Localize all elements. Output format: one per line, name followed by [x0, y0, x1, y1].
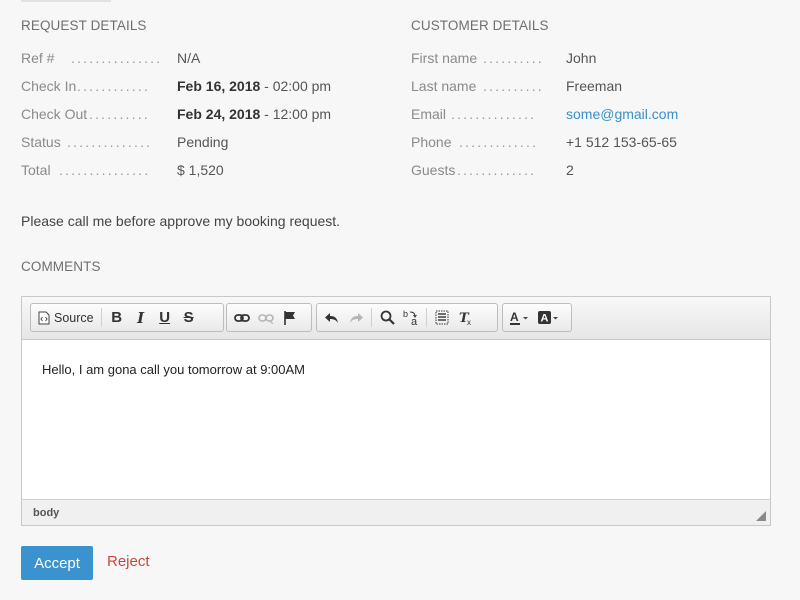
email-label: Email	[411, 106, 447, 122]
last-name-label: Last name	[411, 78, 477, 94]
leader-dots: ..............	[67, 134, 153, 150]
ref-label: Ref #	[21, 50, 55, 66]
editor-statusbar: body	[22, 499, 770, 525]
toolbar-separator	[100, 308, 102, 327]
comments-title: COMMENTS	[21, 259, 101, 274]
request-details-title: REQUEST DETAILS	[21, 18, 147, 33]
strike-icon: S	[183, 309, 194, 326]
toolbar-separator	[371, 308, 372, 327]
status-value: Pending	[177, 134, 229, 150]
status-label: Status	[21, 134, 61, 150]
svg-text:b: b	[403, 309, 408, 319]
ref-value: N/A	[177, 50, 201, 66]
leader-dots: ...............	[59, 162, 151, 178]
checkin-value: Feb 16, 2018 - 02:00 pm	[177, 78, 332, 94]
last-name-value: Freeman	[566, 78, 623, 94]
svg-text:A: A	[541, 312, 549, 324]
last-name-row: Last name .......... Freeman	[411, 76, 781, 96]
select-all-button[interactable]	[430, 306, 454, 329]
total-row: Total ............... $ 1,520	[21, 160, 381, 180]
phone-value: +1 512 153-65-65	[566, 134, 677, 150]
svg-text:x: x	[467, 318, 471, 326]
leader-dots: ............	[77, 78, 151, 94]
customer-note: Please call me before approve my booking…	[21, 213, 341, 229]
find-button[interactable]	[375, 306, 399, 329]
guests-label: Guests	[411, 162, 456, 178]
leader-dots: .............	[457, 162, 537, 178]
source-label: Source	[54, 310, 94, 325]
status-row: Status .............. Pending	[21, 132, 381, 152]
checkout-label: Check Out	[21, 106, 88, 122]
guests-row: Guests ............. 2	[411, 160, 781, 180]
total-value: $ 1,520	[177, 162, 224, 178]
anchor-flag-icon	[284, 310, 295, 325]
find-icon	[380, 310, 395, 325]
comment-editor: Source B I U S b a T x A A Hello, I am g…	[21, 296, 771, 526]
email-row: Email .............. some@gmail.com	[411, 104, 781, 124]
total-label: Total	[21, 162, 51, 178]
link-button[interactable]	[230, 306, 254, 329]
unlink-icon	[258, 313, 274, 324]
element-path-body[interactable]: body	[33, 507, 59, 519]
email-link[interactable]: some@gmail.com	[566, 106, 678, 122]
remove-format-button[interactable]: Tx	[454, 306, 478, 329]
accept-button[interactable]: Accept	[21, 546, 93, 580]
checkout-value: Feb 24, 2018 - 12:00 pm	[177, 106, 332, 122]
underline-icon: U	[159, 309, 171, 326]
phone-row: Phone ............. +1 512 153-65-65	[411, 132, 781, 152]
background-color-icon: A	[538, 310, 558, 324]
unlink-button[interactable]	[254, 306, 278, 329]
leader-dots: ..........	[483, 50, 544, 66]
toolbar-group-basic: Source B I U S	[30, 303, 224, 332]
phone-label: Phone	[411, 134, 452, 150]
leader-dots: ...............	[71, 50, 163, 66]
checkin-row: Check In ............ Feb 16, 2018 - 02:…	[21, 76, 381, 96]
editor-toolbar: Source B I U S b a T x A A	[22, 297, 770, 340]
replace-icon: ba	[403, 309, 418, 327]
redo-button[interactable]	[344, 306, 368, 329]
text-color-button[interactable]: A	[506, 306, 534, 329]
first-name-label: First name	[411, 50, 478, 66]
leader-dots: ..........	[483, 78, 544, 94]
link-icon	[234, 313, 250, 322]
svg-text:a: a	[411, 316, 418, 327]
toolbar-group-colors: A A	[502, 303, 572, 332]
toolbar-group-links	[226, 303, 312, 332]
bold-icon: B	[111, 309, 123, 326]
background-color-button[interactable]: A	[534, 306, 564, 329]
leader-dots: ..............	[451, 106, 537, 122]
redo-icon	[350, 312, 363, 323]
first-name-row: First name .......... John	[411, 48, 781, 68]
customer-details-title: CUSTOMER DETAILS	[411, 18, 549, 33]
toolbar-separator	[426, 308, 427, 327]
strike-button[interactable]: S	[177, 306, 201, 329]
leader-dots: ..........	[89, 106, 150, 122]
toolbar-group-edit: ba Tx	[316, 303, 498, 332]
select-all-icon	[435, 310, 449, 325]
replace-button[interactable]: ba	[399, 306, 423, 329]
underline-button[interactable]: U	[153, 306, 177, 329]
undo-button[interactable]	[320, 306, 344, 329]
resize-handle-icon[interactable]	[756, 511, 766, 521]
checkout-row: Check Out .......... Feb 24, 2018 - 12:0…	[21, 104, 381, 124]
editor-text[interactable]: Hello, I am gona call you tomorrow at 9:…	[42, 362, 305, 377]
first-name-value: John	[566, 50, 597, 66]
italic-button[interactable]: I	[129, 306, 153, 329]
text-color-icon: A	[510, 310, 528, 325]
svg-text:A: A	[510, 310, 519, 324]
guests-value: 2	[566, 162, 574, 178]
checkin-label: Check In	[21, 78, 77, 94]
undo-icon	[325, 312, 338, 323]
source-icon	[38, 311, 50, 324]
reject-link[interactable]: Reject	[107, 553, 150, 570]
source-button[interactable]: Source	[34, 306, 98, 329]
anchor-button[interactable]	[278, 306, 302, 329]
ref-row: Ref # ............... N/A	[21, 48, 381, 68]
italic-icon: I	[137, 308, 145, 327]
bold-button[interactable]: B	[105, 306, 129, 329]
top-divider	[21, 0, 111, 2]
editor-content-area[interactable]: Hello, I am gona call you tomorrow at 9:…	[22, 341, 770, 499]
remove-format-icon: Tx	[459, 311, 471, 326]
leader-dots: .............	[459, 134, 539, 150]
